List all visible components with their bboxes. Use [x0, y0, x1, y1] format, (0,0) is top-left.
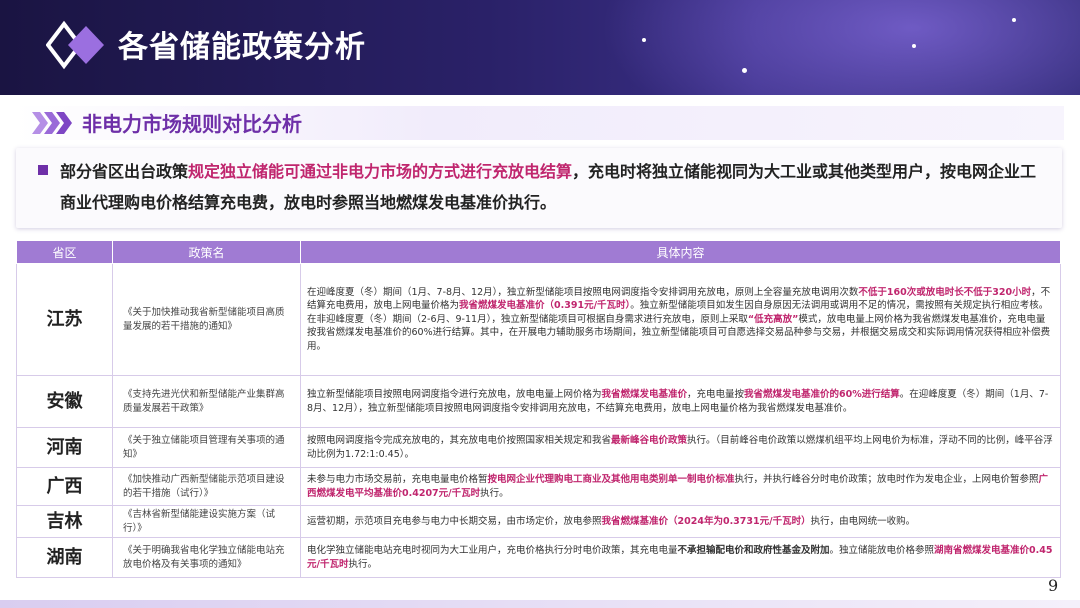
table-row: 吉林 《吉林省新型储能建设实施方案（试行）》 运营初期，示范项目充电参与电力中长期交…: [16, 504, 1061, 539]
content-text: 按照电网调度指令完成充放电的，其充放电电价按照国家相关规定和我省: [307, 434, 612, 446]
province-cell: 河南: [16, 427, 113, 468]
policy-name-cell: 《加快推动广西新型储能示范项目建设的若干措施（试行）》: [112, 467, 301, 506]
summary-prefix: 部分省区出台政策: [60, 162, 189, 181]
content-text: 执行，由电网统一收购。: [810, 515, 916, 527]
highlighted-text: 最新峰谷电价政策: [611, 434, 688, 446]
section-title: 非电力市场规则对比分析: [82, 112, 302, 136]
content-text: 在非迎峰度夏（冬）期间（2-6月、9-11月），独立新型储能项目可根据自身需求进…: [307, 313, 748, 325]
policy-table: 省区 政策名 具体内容 江苏 《关于加快推动我省新型储能项目高质量发展的若干措施的…: [16, 240, 1061, 579]
page-number: 9: [1048, 576, 1059, 595]
triple-chevron-icon: [32, 112, 72, 134]
star-dot: [742, 68, 747, 73]
policy-name-cell: 《支持先进光伏和新型储能产业集群高质量发展若干政策》: [112, 375, 301, 428]
content-text: 在迎峰度夏（冬）期间（1月、7-8月、12月），独立新型储能项目按照电网调度指令…: [307, 286, 859, 298]
square-bullet-icon: [38, 165, 48, 175]
table-body: 江苏 《关于加快推动我省新型储能项目高质量发展的若干措施的通知》 在迎峰度夏（冬）期…: [16, 263, 1061, 579]
highlighted-text: 我省燃煤发电基准价的60%进行结算: [744, 388, 900, 400]
content-text: 。独立新型储能项目如发生因自身原因无法调用或调用不足的情况，需按照有关规定执行相…: [630, 300, 1049, 312]
province-cell: 安徽: [16, 375, 113, 428]
content-text: ，充电电量按: [687, 388, 745, 400]
highlighted-text: 按电网企业代理购电工商业及其他用电类别单一制电价标准: [487, 473, 735, 485]
footer-line: [0, 600, 1080, 608]
content-text: 执行。: [348, 558, 377, 570]
page-title: 各省储能政策分析: [118, 30, 366, 65]
content-text: 不承担输配电价和政府性基金及附加: [677, 545, 830, 557]
province-cell: 湖南: [16, 537, 113, 579]
policy-content-cell: 未参与电力市场交易前，充电电量电价格暂按电网企业代理购电工商业及其他用电类别单一…: [300, 467, 1061, 506]
content-text: 执行。: [480, 487, 509, 499]
province-cell: 广西: [16, 467, 113, 506]
table-row: 河南 《关于独立储能项目管理有关事项的通知》 按照电网调度指令完成充放电的，其充放电…: [16, 427, 1061, 468]
policy-content-cell: 运营初期，示范项目充电参与电力中长期交易，由市场定价，放电参照我省燃煤基准价（2…: [300, 504, 1061, 539]
policy-name-cell: 《吉林省新型储能建设实施方案（试行）》: [112, 504, 301, 539]
content-text: 运营初期，示范项目充电参与电力中长期交易，由市场定价，放电参照: [307, 515, 602, 527]
table-header-row: 省区 政策名 具体内容: [16, 240, 1061, 264]
content-text: 执行，并执行峰谷分时电价政策；放电时作为发电企业，上网电价暂参照: [734, 473, 1039, 485]
summary-text: 部分省区出台政策规定独立储能可通过非电力市场的方式进行充放电结算，充电时将独立储…: [60, 156, 1050, 218]
star-dot: [1012, 18, 1016, 22]
policy-name-cell: 《关于明确我省电化学独立储能电站充放电价格及有关事项的通知》: [112, 537, 301, 579]
content-text: 。独立储能放电价格参照: [829, 545, 935, 557]
banner-glow: [600, 0, 1080, 95]
policy-content-cell: 在迎峰度夏（冬）期间（1月、7-8月、12月），独立新型储能项目按照电网调度指令…: [300, 263, 1061, 376]
header-province: 省区: [16, 240, 113, 264]
highlighted-text: 我省燃煤基准价（2024年为0.3731元/千瓦时）: [601, 515, 811, 527]
table-row: 江苏 《关于加快推动我省新型储能项目高质量发展的若干措施的通知》 在迎峰度夏（冬）期…: [16, 263, 1061, 376]
table-row: 广西 《加快推动广西新型储能示范项目建设的若干措施（试行）》 未参与电力市场交易前，…: [16, 467, 1061, 506]
policy-content-cell: 电化学独立储能电站充电时视同为大工业用户，充电价格执行分时电价政策，其充电电量不…: [300, 537, 1061, 579]
header-policy: 政策名: [112, 240, 301, 264]
highlighted-text: 不低于160次或放电时长不低于320小时: [858, 286, 1032, 298]
summary-box: 部分省区出台政策规定独立储能可通过非电力市场的方式进行充放电结算，充电时将独立储…: [16, 148, 1062, 228]
table-row: 安徽 《支持先进光伏和新型储能产业集群高质量发展若干政策》 独立新型储能项目按照电网…: [16, 375, 1061, 428]
diamond-logo-icon: [46, 20, 104, 70]
policy-name-cell: 《关于独立储能项目管理有关事项的通知》: [112, 427, 301, 468]
table-row: 湖南 《关于明确我省电化学独立储能电站充放电价格及有关事项的通知》 电化学独立储能电…: [16, 537, 1061, 579]
highlighted-text: “低充高放”: [747, 313, 799, 325]
policy-content-cell: 按照电网调度指令完成充放电的，其充放电电价按照国家相关规定和我省最新峰谷电价政策…: [300, 427, 1061, 468]
star-dot: [642, 38, 646, 42]
highlighted-text: 我省燃煤发电基准价（0.391元/千瓦时）: [459, 300, 631, 312]
header-content: 具体内容: [300, 240, 1061, 264]
province-cell: 江苏: [16, 263, 113, 376]
highlighted-text: 我省燃煤发电基准价: [601, 388, 688, 400]
content-text: 未参与电力市场交易前，充电电量电价格暂: [307, 473, 488, 485]
content-text: 独立新型储能项目按照电网调度指令进行充放电，放电电量上网价格为: [307, 388, 602, 400]
content-text: 电化学独立储能电站充电时视同为大工业用户，充电价格执行分时电价政策，其充电电量: [307, 545, 678, 557]
star-dot: [912, 44, 916, 48]
province-cell: 吉林: [16, 504, 113, 539]
policy-name-cell: 《关于加快推动我省新型储能项目高质量发展的若干措施的通知》: [112, 263, 301, 376]
summary-highlight: 规定独立储能可通过非电力市场的方式进行充放电结算: [188, 162, 573, 181]
header-banner: 各省储能政策分析: [0, 0, 1080, 95]
policy-content-cell: 独立新型储能项目按照电网调度指令进行充放电，放电电量上网价格为我省燃煤发电基准价…: [300, 375, 1061, 428]
